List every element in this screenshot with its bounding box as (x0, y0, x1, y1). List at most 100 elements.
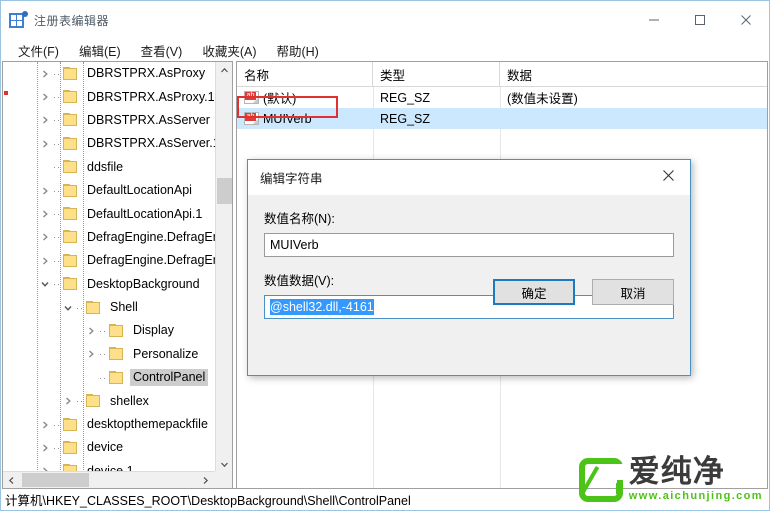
tree-connector: ·· (99, 325, 107, 336)
tree-item-label: desktopthemepackfile (87, 417, 208, 432)
chevron-right-icon[interactable] (83, 346, 99, 362)
value-name-input[interactable]: MUIVerb (264, 233, 674, 257)
chevron-down-icon[interactable] (60, 300, 76, 316)
registry-editor-icon (9, 11, 28, 29)
chevron-right-icon[interactable] (37, 89, 53, 105)
folder-icon (62, 160, 79, 174)
tree-connector: ·· (53, 185, 61, 196)
tree-item-label: DesktopBackground (87, 276, 200, 291)
tree-item[interactable]: ·· shellex (3, 389, 215, 412)
chevron-right-icon[interactable] (37, 253, 53, 269)
folder-icon (62, 277, 79, 291)
maximize-button[interactable] (677, 1, 723, 39)
tree-item[interactable]: ·· desktopthemepackfile (3, 413, 215, 436)
tree-item[interactable]: ·· ControlPanel (3, 366, 215, 389)
tree-connector: ·· (53, 92, 61, 103)
minimize-button[interactable] (631, 1, 677, 39)
folder-icon (62, 230, 79, 244)
column-header-name[interactable]: 名称 (237, 62, 373, 87)
tree-connector: ·· (99, 372, 107, 383)
folder-icon (108, 370, 125, 385)
tree-item-label: DefragEngine.DefragEn (87, 253, 215, 268)
tree-item[interactable]: ·· DefaultLocationApi.1 (3, 202, 215, 225)
column-header-data[interactable]: 数据 (500, 62, 767, 87)
tree-item[interactable]: ·· DBRSTPRX.AsServer (3, 109, 215, 132)
ok-button[interactable]: 确定 (493, 279, 575, 305)
dialog-close-icon[interactable] (646, 160, 690, 190)
tree-item-label: DBRSTPRX.AsProxy.1 (87, 89, 215, 104)
chevron-right-icon[interactable] (60, 393, 76, 409)
tree-connector: ·· (53, 442, 61, 453)
tree-item[interactable]: ·· DBRSTPRX.AsProxy.1 (3, 85, 215, 108)
tree-item[interactable]: ·· Personalize (3, 343, 215, 366)
cancel-button[interactable]: 取消 (592, 279, 674, 305)
string-value-icon: ab (244, 91, 259, 104)
tree-connector: ·· (53, 209, 61, 220)
menu-edit[interactable]: 编辑(E) (70, 39, 130, 62)
value-name-label: 数值名称(N): (264, 212, 335, 226)
folder-icon (62, 183, 79, 198)
menu-bar: 文件(F) 编辑(E) 查看(V) 收藏夹(A) 帮助(H) (1, 39, 769, 61)
tree-item-label: device (87, 440, 124, 455)
scroll-up-icon[interactable] (216, 62, 232, 79)
tree-item[interactable]: ·· DefragEngine.DefragEn (3, 249, 215, 272)
value-type-cell: REG_SZ (380, 111, 431, 126)
registry-editor-window: 注册表编辑器 文件(F) 编辑(E) 查看(V) 收藏夹(A) 帮助(H) ··… (0, 0, 770, 511)
dialog-title: 编辑字符串 (260, 172, 323, 186)
dialog-body: 数值名称(N): MUIVerb 数值数据(V): @shell32.dll,-… (248, 208, 690, 319)
value-data-cell (500, 108, 767, 129)
folder-icon (85, 394, 102, 408)
tree-hscroll-thumb[interactable] (22, 473, 89, 487)
tree-horizontal-scrollbar[interactable] (3, 471, 232, 488)
scroll-right-icon[interactable] (197, 472, 214, 488)
tree-item[interactable]: ·· DBRSTPRX.AsProxy (3, 62, 215, 85)
scroll-left-icon[interactable] (3, 472, 20, 488)
chevron-right-icon[interactable] (37, 112, 53, 128)
tree-item[interactable]: ·· Display (3, 319, 215, 342)
tree-item[interactable]: ·· DefaultLocationApi (3, 179, 215, 202)
close-button[interactable] (723, 1, 769, 39)
tree-item-label: DefaultLocationApi.1 (87, 206, 203, 221)
tree-item-label: Personalize (133, 346, 199, 361)
tree-item-label: shellex (110, 393, 149, 408)
chevron-right-icon[interactable] (37, 417, 53, 433)
tree-scroll-thumb[interactable] (217, 178, 232, 204)
tree-item[interactable]: ·· DesktopBackground (3, 273, 215, 296)
chevron-right-icon[interactable] (37, 136, 53, 152)
tree-connector: ·· (53, 419, 61, 430)
tree-item[interactable]: ·· Shell (3, 296, 215, 319)
chevron-down-icon[interactable] (37, 276, 53, 292)
folder-icon (62, 136, 79, 151)
dialog-title-bar: 编辑字符串 (248, 160, 690, 195)
tree-item-label: Shell (110, 300, 138, 315)
column-header-type[interactable]: 类型 (373, 62, 500, 87)
menu-favorites[interactable]: 收藏夹(A) (193, 39, 265, 62)
tree-item-label: DBRSTPRX.AsServer (87, 112, 210, 127)
tree-item-label: DBRSTPRX.AsProxy (87, 66, 206, 81)
chevron-right-icon[interactable] (37, 440, 53, 456)
menu-help[interactable]: 帮助(H) (267, 39, 327, 62)
chevron-right-icon[interactable] (37, 229, 53, 245)
tree-item[interactable]: ·· DBRSTPRX.AsServer.1 (3, 132, 215, 155)
menu-view[interactable]: 查看(V) (132, 39, 192, 62)
tree-vertical-scrollbar[interactable] (215, 62, 232, 473)
tree-item[interactable]: ·· ddsfile (3, 156, 215, 179)
edit-string-dialog: 编辑字符串 数值名称(N): MUIVerb 数值数据(V): @shell32… (247, 159, 691, 376)
tree-item-label: DBRSTPRX.AsServer.1 (87, 136, 215, 151)
folder-icon (62, 90, 79, 104)
string-value-icon: ab (244, 112, 259, 125)
value-row[interactable]: ab (默认) REG_SZ (数值未设置) (237, 87, 767, 108)
tree-connector: ·· (53, 232, 61, 243)
tree-connector: ·· (53, 115, 61, 126)
tree-item-label: ControlPanel (130, 369, 209, 387)
tree-item[interactable]: ·· DefragEngine.DefragEn (3, 226, 215, 249)
value-row[interactable]: ab MUIVerb REG_SZ (237, 108, 767, 129)
chevron-right-icon[interactable] (37, 206, 53, 222)
tree-item[interactable]: ·· device (3, 436, 215, 459)
menu-file[interactable]: 文件(F) (9, 39, 68, 62)
chevron-right-icon[interactable] (37, 66, 53, 82)
chevron-right-icon[interactable] (37, 183, 53, 199)
window-controls (631, 1, 769, 39)
chevron-right-icon[interactable] (83, 323, 99, 339)
registry-tree[interactable]: ·· DBRSTPRX.AsProxy ·· DBRSTPRX.AsProxy.1 ··… (3, 62, 215, 472)
